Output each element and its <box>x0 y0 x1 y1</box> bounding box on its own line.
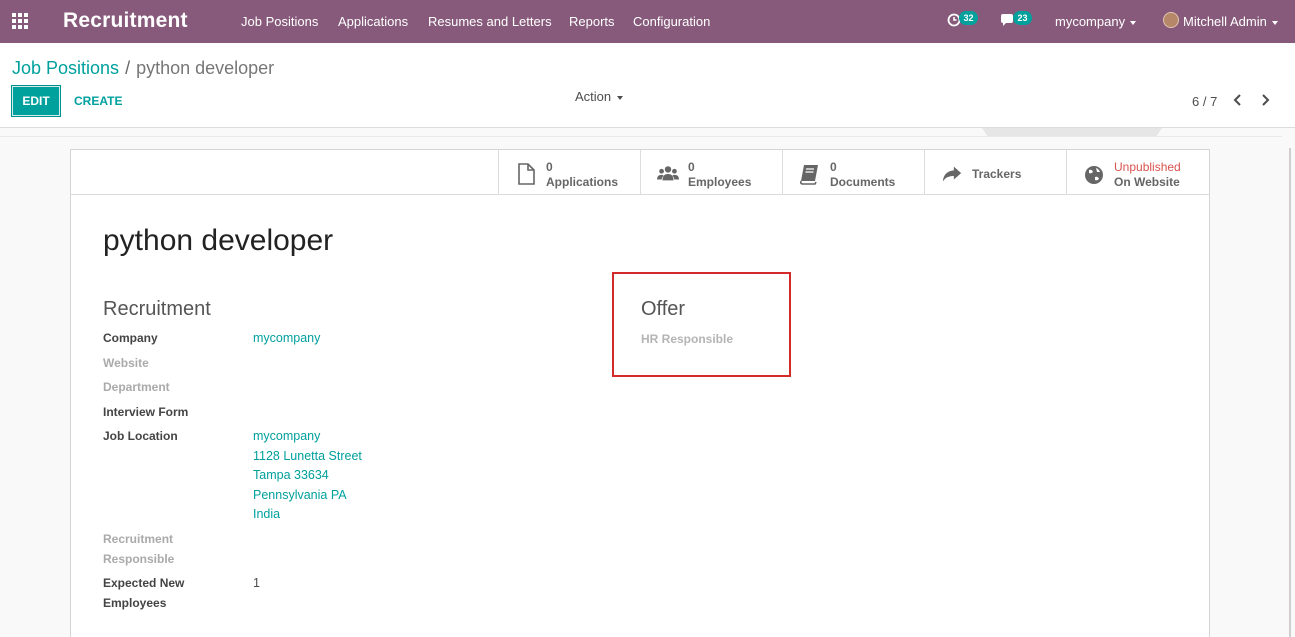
job-location-value[interactable]: mycompany 1128 Lunetta Street Tampa 3363… <box>253 427 362 525</box>
users-icon <box>657 166 679 181</box>
address-line: Pennsylvania PA <box>253 487 347 502</box>
interview-form-label: Interview Form <box>103 405 189 419</box>
action-dropdown[interactable]: Action <box>575 89 624 104</box>
caret-down-icon <box>617 95 624 100</box>
breadcrumb-current: python developer <box>136 58 275 78</box>
menu-applications[interactable]: Applications <box>338 14 408 29</box>
applications-count: 0 <box>546 160 553 174</box>
job-location-label: Job Location <box>103 429 178 443</box>
company-label: Company <box>103 331 158 345</box>
user-name: Mitchell Admin <box>1183 14 1267 29</box>
company-name: mycompany <box>1055 14 1126 29</box>
expected-new-employees-label: Expected New Employees <box>103 576 185 610</box>
employees-label: Employees <box>688 175 752 189</box>
menu-job-positions[interactable]: Job Positions <box>241 14 318 29</box>
website-field-label: Website <box>103 356 149 370</box>
highlight-annotation-box <box>612 272 791 377</box>
pager-previous-icon[interactable] <box>1231 93 1245 107</box>
department-label: Department <box>103 380 170 394</box>
trackers-smart-button[interactable]: Trackers <box>924 150 1067 194</box>
top-navbar: Recruitment Job Positions Applications R… <box>0 0 1295 43</box>
website-label: On Website <box>1114 175 1180 189</box>
recruitment-responsible-label: Recruitment Responsible <box>103 532 175 566</box>
website-publish-smart-button[interactable]: Unpublished On Website <box>1066 150 1209 194</box>
caret-down-icon <box>1271 20 1278 25</box>
pager-next-icon[interactable] <box>1258 93 1272 107</box>
action-label: Action <box>575 89 612 104</box>
create-button[interactable]: CREATE <box>74 94 122 108</box>
globe-icon <box>1085 166 1103 184</box>
activity-count-badge: 32 <box>959 11 978 25</box>
divider <box>0 136 1282 137</box>
book-icon <box>799 165 818 185</box>
documents-label: Documents <box>830 175 896 189</box>
employees-count: 0 <box>688 160 695 174</box>
applications-label: Applications <box>546 175 619 189</box>
message-count-badge: 23 <box>1013 11 1032 25</box>
menu-reports[interactable]: Reports <box>569 14 615 29</box>
address-line: 1128 Lunetta Street <box>253 448 362 463</box>
breadcrumb-separator: / <box>125 58 131 78</box>
file-icon <box>518 163 535 185</box>
smart-button-box: 0 Applications 0 Employees 0 Documents T… <box>71 150 1209 195</box>
control-panel: Job Positions / python developer EDIT CREA… <box>0 43 1295 128</box>
job-title[interactable]: python developer <box>103 224 333 258</box>
company-value[interactable]: mycompany <box>253 329 320 349</box>
applications-smart-button[interactable]: 0 Applications <box>498 150 641 194</box>
address-line: mycompany <box>253 429 321 443</box>
trackers-label: Trackers <box>972 167 1022 181</box>
documents-count: 0 <box>830 160 837 174</box>
employees-smart-button[interactable]: 0 Employees <box>640 150 783 194</box>
address-line: Tampa 33634 <box>253 468 329 482</box>
recruitment-group-title: Recruitment <box>103 298 211 320</box>
menu-resumes-and-letters[interactable]: Resumes and Letters <box>428 14 552 29</box>
app-title[interactable]: Recruitment <box>63 9 188 33</box>
expected-new-employees-value[interactable]: 1 <box>253 574 260 594</box>
website-status: Unpublished <box>1114 160 1181 174</box>
edit-button[interactable]: EDIT <box>11 85 61 117</box>
user-menu[interactable]: Mitchell Admin <box>1183 14 1278 29</box>
pager-value[interactable]: 6 / 7 <box>1192 94 1217 109</box>
form-sheet: 0 Applications 0 Employees 0 Documents T… <box>70 149 1210 637</box>
address-line: India <box>253 507 281 521</box>
share-arrow-icon <box>942 166 962 182</box>
menu-configuration[interactable]: Configuration <box>633 14 710 29</box>
breadcrumb: Job Positions / python developer <box>12 58 274 79</box>
documents-smart-button[interactable]: 0 Documents <box>782 150 925 194</box>
apps-menu-icon[interactable] <box>12 13 30 31</box>
user-avatar[interactable] <box>1163 12 1179 28</box>
statusbar-tab <box>982 128 1162 136</box>
messages-chat-icon[interactable] <box>1000 13 1014 27</box>
company-switcher[interactable]: mycompany <box>1055 14 1137 29</box>
breadcrumb-job-positions[interactable]: Job Positions <box>12 58 119 78</box>
caret-down-icon <box>1130 20 1137 25</box>
scrollbar[interactable] <box>1289 148 1291 637</box>
